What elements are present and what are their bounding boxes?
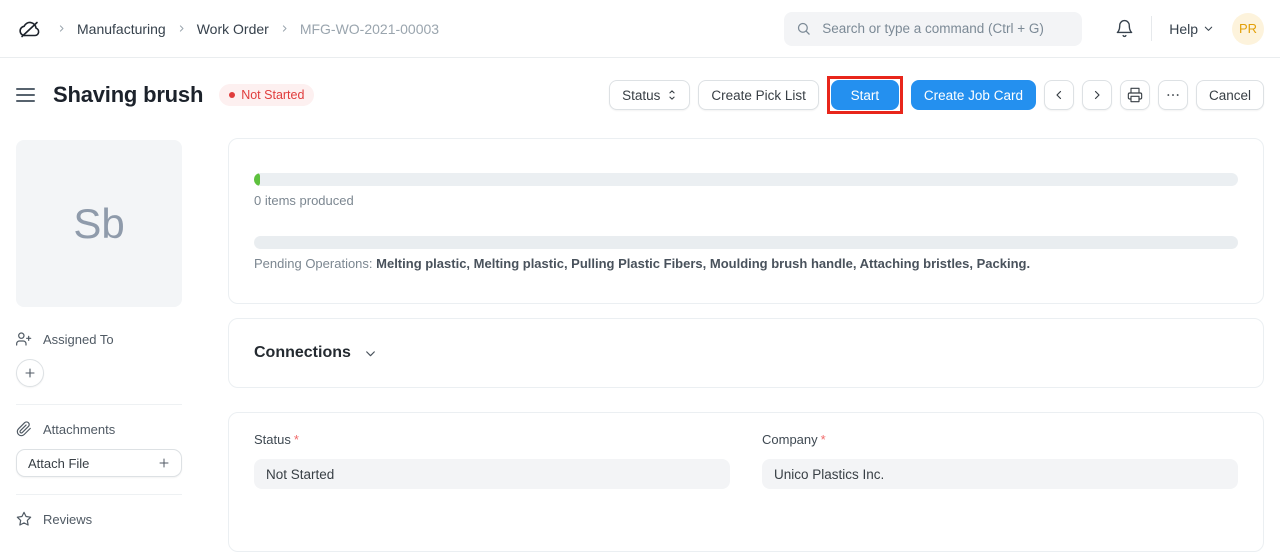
plus-icon — [158, 457, 170, 469]
sidebar-divider — [16, 404, 182, 405]
chevron-right-icon — [57, 24, 66, 33]
print-button[interactable] — [1120, 80, 1150, 110]
page-title: Shaving brush — [53, 82, 203, 108]
status-field: Status* — [254, 432, 730, 489]
status-input[interactable] — [254, 459, 730, 489]
item-image-placeholder: Sb — [16, 140, 182, 307]
pending-operations-suffix: . — [1026, 256, 1030, 271]
connections-title: Connections — [254, 344, 351, 362]
progress-fill — [254, 173, 260, 186]
required-asterisk: * — [821, 432, 826, 447]
chevron-right-icon — [1091, 89, 1103, 101]
chevron-right-icon — [177, 24, 186, 33]
sidebar-toggle-icon[interactable] — [16, 86, 35, 104]
assigned-to-section: Assigned To — [16, 331, 182, 347]
status-dropdown-button[interactable]: Status — [609, 80, 690, 110]
connections-section-toggle[interactable]: Connections — [254, 344, 377, 362]
previous-document-button[interactable] — [1044, 80, 1074, 110]
more-menu-button[interactable] — [1158, 80, 1188, 110]
reviews-section: Reviews — [16, 511, 182, 527]
form-layout: Sb Assigned To Attachments Attach File — [0, 113, 1280, 552]
pending-operations-text: Pending Operations: Melting plastic, Mel… — [254, 256, 1238, 271]
breadcrumb-item-work-order[interactable]: Work Order — [197, 21, 269, 37]
company-field: Company* — [762, 432, 1238, 489]
details-card: Status* Company* — [228, 412, 1264, 552]
star-icon — [16, 511, 32, 527]
notifications-bell-icon[interactable] — [1115, 19, 1134, 38]
sidebar-divider — [16, 494, 182, 495]
attach-file-button[interactable]: Attach File — [16, 449, 182, 477]
navbar-divider — [1151, 16, 1152, 41]
items-produced-label: 0 items produced — [254, 193, 1238, 208]
chevron-right-icon — [280, 24, 289, 33]
help-menu[interactable]: Help — [1169, 21, 1214, 37]
status-badge: Not Started — [219, 84, 314, 106]
create-pick-list-button[interactable]: Create Pick List — [698, 80, 819, 110]
highlight-box: Start — [827, 76, 903, 114]
breadcrumb: Manufacturing Work Order MFG-WO-2021-000… — [57, 21, 439, 37]
breadcrumb-item-manufacturing[interactable]: Manufacturing — [77, 21, 166, 37]
search-icon — [796, 21, 811, 36]
form-body: 0 items produced Pending Operations: Mel… — [228, 138, 1264, 552]
navbar: Manufacturing Work Order MFG-WO-2021-000… — [0, 0, 1280, 58]
status-badge-label: Not Started — [241, 88, 304, 102]
reviews-label: Reviews — [43, 512, 92, 527]
field-label-text: Company — [762, 432, 818, 447]
attachments-section: Attachments — [16, 421, 182, 437]
operations-progress-bar — [254, 236, 1238, 249]
status-dropdown-label: Status — [622, 88, 660, 103]
page-actions: Status Create Pick List Start Create Job… — [609, 76, 1264, 114]
user-avatar[interactable]: PR — [1232, 13, 1264, 45]
sort-arrows-icon — [667, 89, 677, 101]
required-asterisk: * — [294, 432, 299, 447]
chevron-down-icon — [1203, 23, 1214, 34]
chevron-left-icon — [1053, 89, 1065, 101]
user-plus-icon — [16, 331, 32, 347]
company-field-label: Company* — [762, 432, 1238, 447]
status-dot-icon — [229, 92, 235, 98]
help-label: Help — [1169, 21, 1198, 37]
pending-operations-list: Melting plastic, Melting plastic, Pullin… — [376, 256, 1026, 271]
ellipsis-icon — [1166, 88, 1180, 102]
attach-file-label: Attach File — [28, 456, 89, 471]
attachments-label: Attachments — [43, 422, 115, 437]
search-input[interactable] — [820, 20, 1070, 37]
progress-card: 0 items produced Pending Operations: Mel… — [228, 138, 1264, 304]
breadcrumb-item-current: MFG-WO-2021-00003 — [300, 21, 439, 37]
pending-operations-prefix: Pending Operations: — [254, 256, 376, 271]
form-sidebar: Sb Assigned To Attachments Attach File — [16, 138, 182, 552]
status-field-label: Status* — [254, 432, 730, 447]
paperclip-icon — [16, 421, 32, 437]
plus-icon — [24, 367, 36, 379]
app-logo-icon[interactable] — [16, 17, 43, 41]
items-produced-progress-bar — [254, 173, 1238, 186]
printer-icon — [1127, 87, 1143, 103]
company-input[interactable] — [762, 459, 1238, 489]
chevron-down-icon — [364, 347, 377, 360]
page-head: Shaving brush Not Started Status Create … — [0, 58, 1280, 113]
connections-card: Connections — [228, 318, 1264, 388]
assigned-to-label: Assigned To — [43, 332, 114, 347]
cancel-button[interactable]: Cancel — [1196, 80, 1264, 110]
next-document-button[interactable] — [1082, 80, 1112, 110]
start-button[interactable]: Start — [831, 80, 899, 110]
create-job-card-button[interactable]: Create Job Card — [911, 80, 1036, 110]
field-label-text: Status — [254, 432, 291, 447]
global-search[interactable] — [784, 12, 1082, 46]
add-assignment-button[interactable] — [16, 359, 44, 387]
